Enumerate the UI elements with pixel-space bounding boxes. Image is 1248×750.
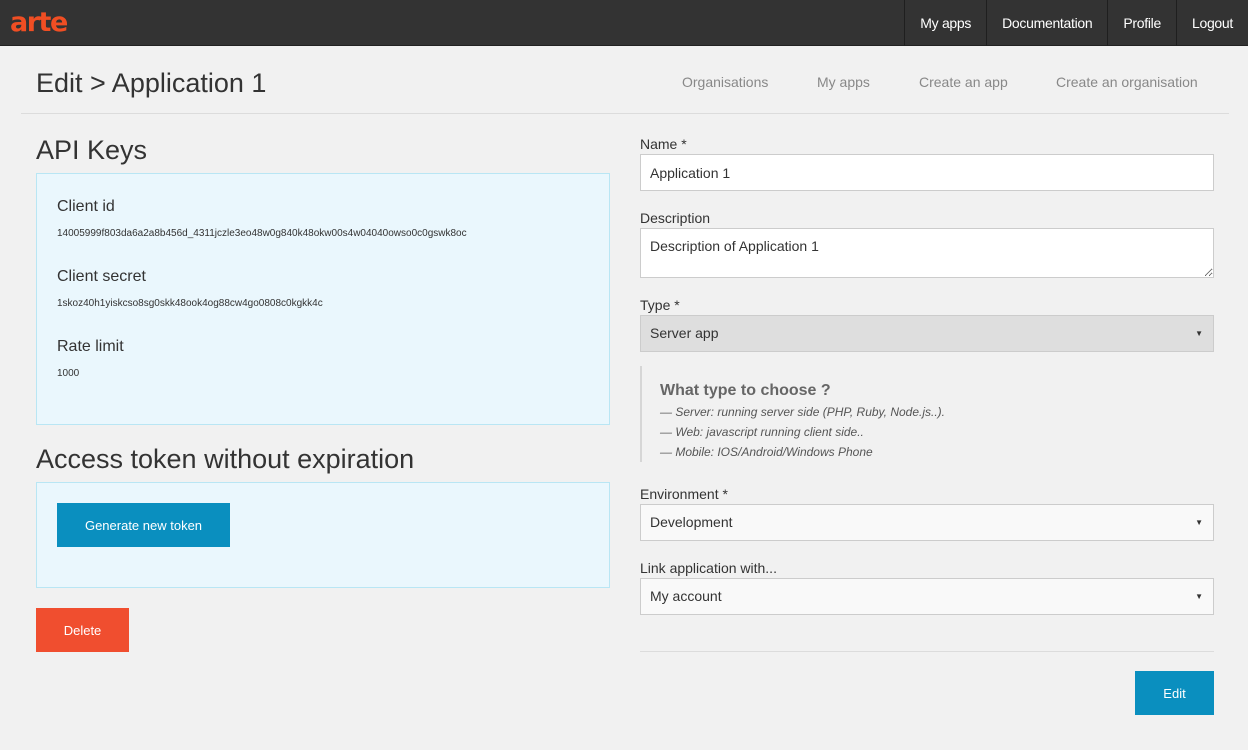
name-input[interactable] [640, 154, 1214, 191]
client-secret-value: 1skoz40h1yiskcso8sg0skk48ook4og88cw4go08… [57, 298, 323, 309]
access-token-heading: Access token without expiration [36, 444, 415, 474]
api-keys-heading: API Keys [36, 135, 148, 165]
rate-limit-value: 1000 [57, 368, 80, 379]
link-application-label: Link application with... [640, 560, 777, 576]
description-label: Description [640, 210, 711, 226]
environment-select[interactable]: Development ▼ [640, 504, 1214, 541]
subnav-my-apps[interactable]: My apps [817, 73, 870, 91]
client-secret-label: Client secret [57, 268, 146, 285]
edit-button[interactable]: Edit [1135, 671, 1214, 715]
form-divider [640, 651, 1214, 652]
environment-selected-value: Development [650, 514, 733, 530]
type-help-title: What type to choose ? [660, 382, 831, 399]
environment-label: Environment * [640, 486, 728, 502]
dropdown-caret-icon: ▼ [1195, 329, 1203, 338]
type-select[interactable]: Server app ▼ [640, 315, 1214, 352]
type-help-web: — Web: javascript running client side.. [660, 425, 864, 439]
header-divider [21, 113, 1229, 114]
delete-button[interactable]: Delete [36, 608, 129, 652]
type-help-server: — Server: running server side (PHP, Ruby… [660, 405, 945, 419]
generate-token-button[interactable]: Generate new token [57, 503, 230, 547]
subnav-create-organisation[interactable]: Create an organisation [1056, 73, 1198, 91]
subnav-create-app[interactable]: Create an app [919, 73, 1008, 91]
name-label: Name * [640, 136, 687, 152]
top-navbar: arte My apps Documentation Profile Logou… [0, 0, 1248, 46]
nav-logout[interactable]: Logout [1175, 0, 1248, 46]
type-help-mobile: — Mobile: IOS/Android/Windows Phone [660, 445, 873, 459]
nav-profile[interactable]: Profile [1107, 0, 1176, 46]
arte-logo[interactable]: arte [10, 9, 68, 37]
dropdown-caret-icon: ▼ [1195, 518, 1203, 527]
client-id-value: 14005999f803da6a2a8b456d_4311jczle3eo48w… [57, 228, 467, 239]
rate-limit-label: Rate limit [57, 338, 124, 355]
link-application-selected-value: My account [650, 588, 722, 604]
top-nav: My apps Documentation Profile Logout [904, 0, 1248, 46]
description-textarea[interactable]: Description of Application 1 [640, 228, 1214, 278]
nav-my-apps[interactable]: My apps [904, 0, 986, 46]
type-label: Type * [640, 297, 680, 313]
nav-documentation[interactable]: Documentation [986, 0, 1107, 46]
page-title: Edit > Application 1 [36, 68, 267, 98]
link-application-select[interactable]: My account ▼ [640, 578, 1214, 615]
client-id-label: Client id [57, 198, 115, 215]
subnav-organisations[interactable]: Organisations [682, 73, 768, 91]
dropdown-caret-icon: ▼ [1195, 592, 1203, 601]
type-selected-value: Server app [650, 325, 719, 341]
